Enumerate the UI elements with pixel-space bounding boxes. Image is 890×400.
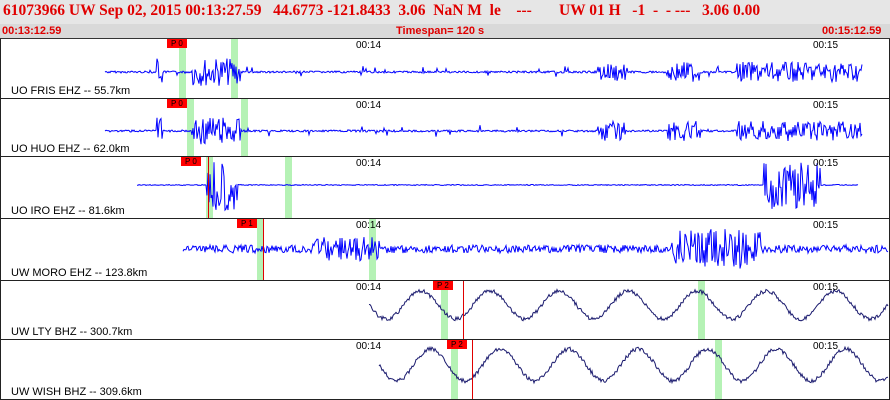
channel-label: UW LTY BHZ -- 300.7km: [11, 326, 133, 338]
event-title: 61073966 UW Sep 02, 2015 00:13:27.59 44.…: [3, 2, 761, 19]
time-tick-label: 00:14: [356, 100, 382, 111]
event-header: 61073966 UW Sep 02, 2015 00:13:27.59 44.…: [0, 0, 890, 24]
trace-path: [104, 117, 863, 145]
waveform-trace: [136, 162, 859, 212]
timespan-label: Timespan= 120 s: [396, 25, 485, 37]
trace-path: [182, 229, 889, 269]
seismogram-panel[interactable]: P 0 00:14 00:15 UO HUO EHZ -- 62.0km: [0, 99, 890, 157]
phase-pick-flag[interactable]: P 0: [167, 99, 187, 108]
trace-path: [136, 162, 859, 212]
time-tick-label: 00:14: [356, 282, 382, 293]
seismogram-panel[interactable]: P 1 00:14 00:15 UW MORO EHZ -- 123.8km: [0, 219, 890, 281]
time-tick-label: 00:14: [356, 158, 382, 169]
time-info-bar: 00:13:12.59 Timespan= 120 s 00:15:12.59: [0, 24, 890, 39]
time-tick-label: 00:15: [813, 100, 839, 111]
waveform-trace: [104, 58, 863, 86]
trace-path: [368, 288, 889, 322]
time-tick-label: 00:15: [813, 341, 839, 352]
waveform-trace: [104, 117, 863, 145]
phase-pick-flag[interactable]: P 0: [181, 157, 201, 166]
seismogram-panel[interactable]: P 2 00:14 00:15 UW LTY BHZ -- 300.7km: [0, 281, 890, 340]
phase-pick-flag[interactable]: P 1: [237, 219, 257, 228]
trace-path: [378, 345, 889, 385]
pick-line[interactable]: [208, 157, 209, 218]
phase-pick-flag[interactable]: P 0: [167, 39, 187, 48]
channel-label: UW WISH BHZ -- 309.6km: [11, 386, 142, 398]
phase-pick-flag[interactable]: P 2: [433, 281, 453, 290]
seismogram-panel[interactable]: P 2 00:14 00:15 UW WISH BHZ -- 309.6km: [0, 340, 890, 400]
time-tick-label: 00:15: [813, 282, 839, 293]
time-tick-label: 00:14: [356, 341, 382, 352]
start-time: 00:13:12.59: [2, 25, 62, 37]
seismogram-panel[interactable]: P 0 00:14 00:15 UO FRIS EHZ -- 55.7km: [0, 39, 890, 99]
time-tick-label: 00:15: [813, 40, 839, 51]
seismogram-panel[interactable]: P 0 00:14 00:15 UO IRO EHZ -- 81.6km: [0, 157, 890, 219]
time-tick-label: 00:14: [356, 40, 382, 51]
pick-line[interactable]: [463, 281, 464, 339]
channel-label: UO IRO EHZ -- 81.6km: [11, 205, 125, 217]
pick-line[interactable]: [263, 219, 264, 280]
channel-label: UO HUO EHZ -- 62.0km: [11, 143, 130, 155]
channel-label: UW MORO EHZ -- 123.8km: [11, 267, 148, 279]
time-tick-label: 00:15: [813, 158, 839, 169]
pick-line[interactable]: [472, 340, 473, 399]
time-tick-label: 00:15: [813, 220, 839, 231]
trace-path: [104, 58, 863, 86]
end-time: 00:15:12.59: [822, 25, 882, 37]
channel-label: UO FRIS EHZ -- 55.7km: [11, 85, 131, 97]
phase-pick-flag[interactable]: P 2: [447, 340, 467, 349]
time-tick-label: 00:14: [356, 220, 382, 231]
